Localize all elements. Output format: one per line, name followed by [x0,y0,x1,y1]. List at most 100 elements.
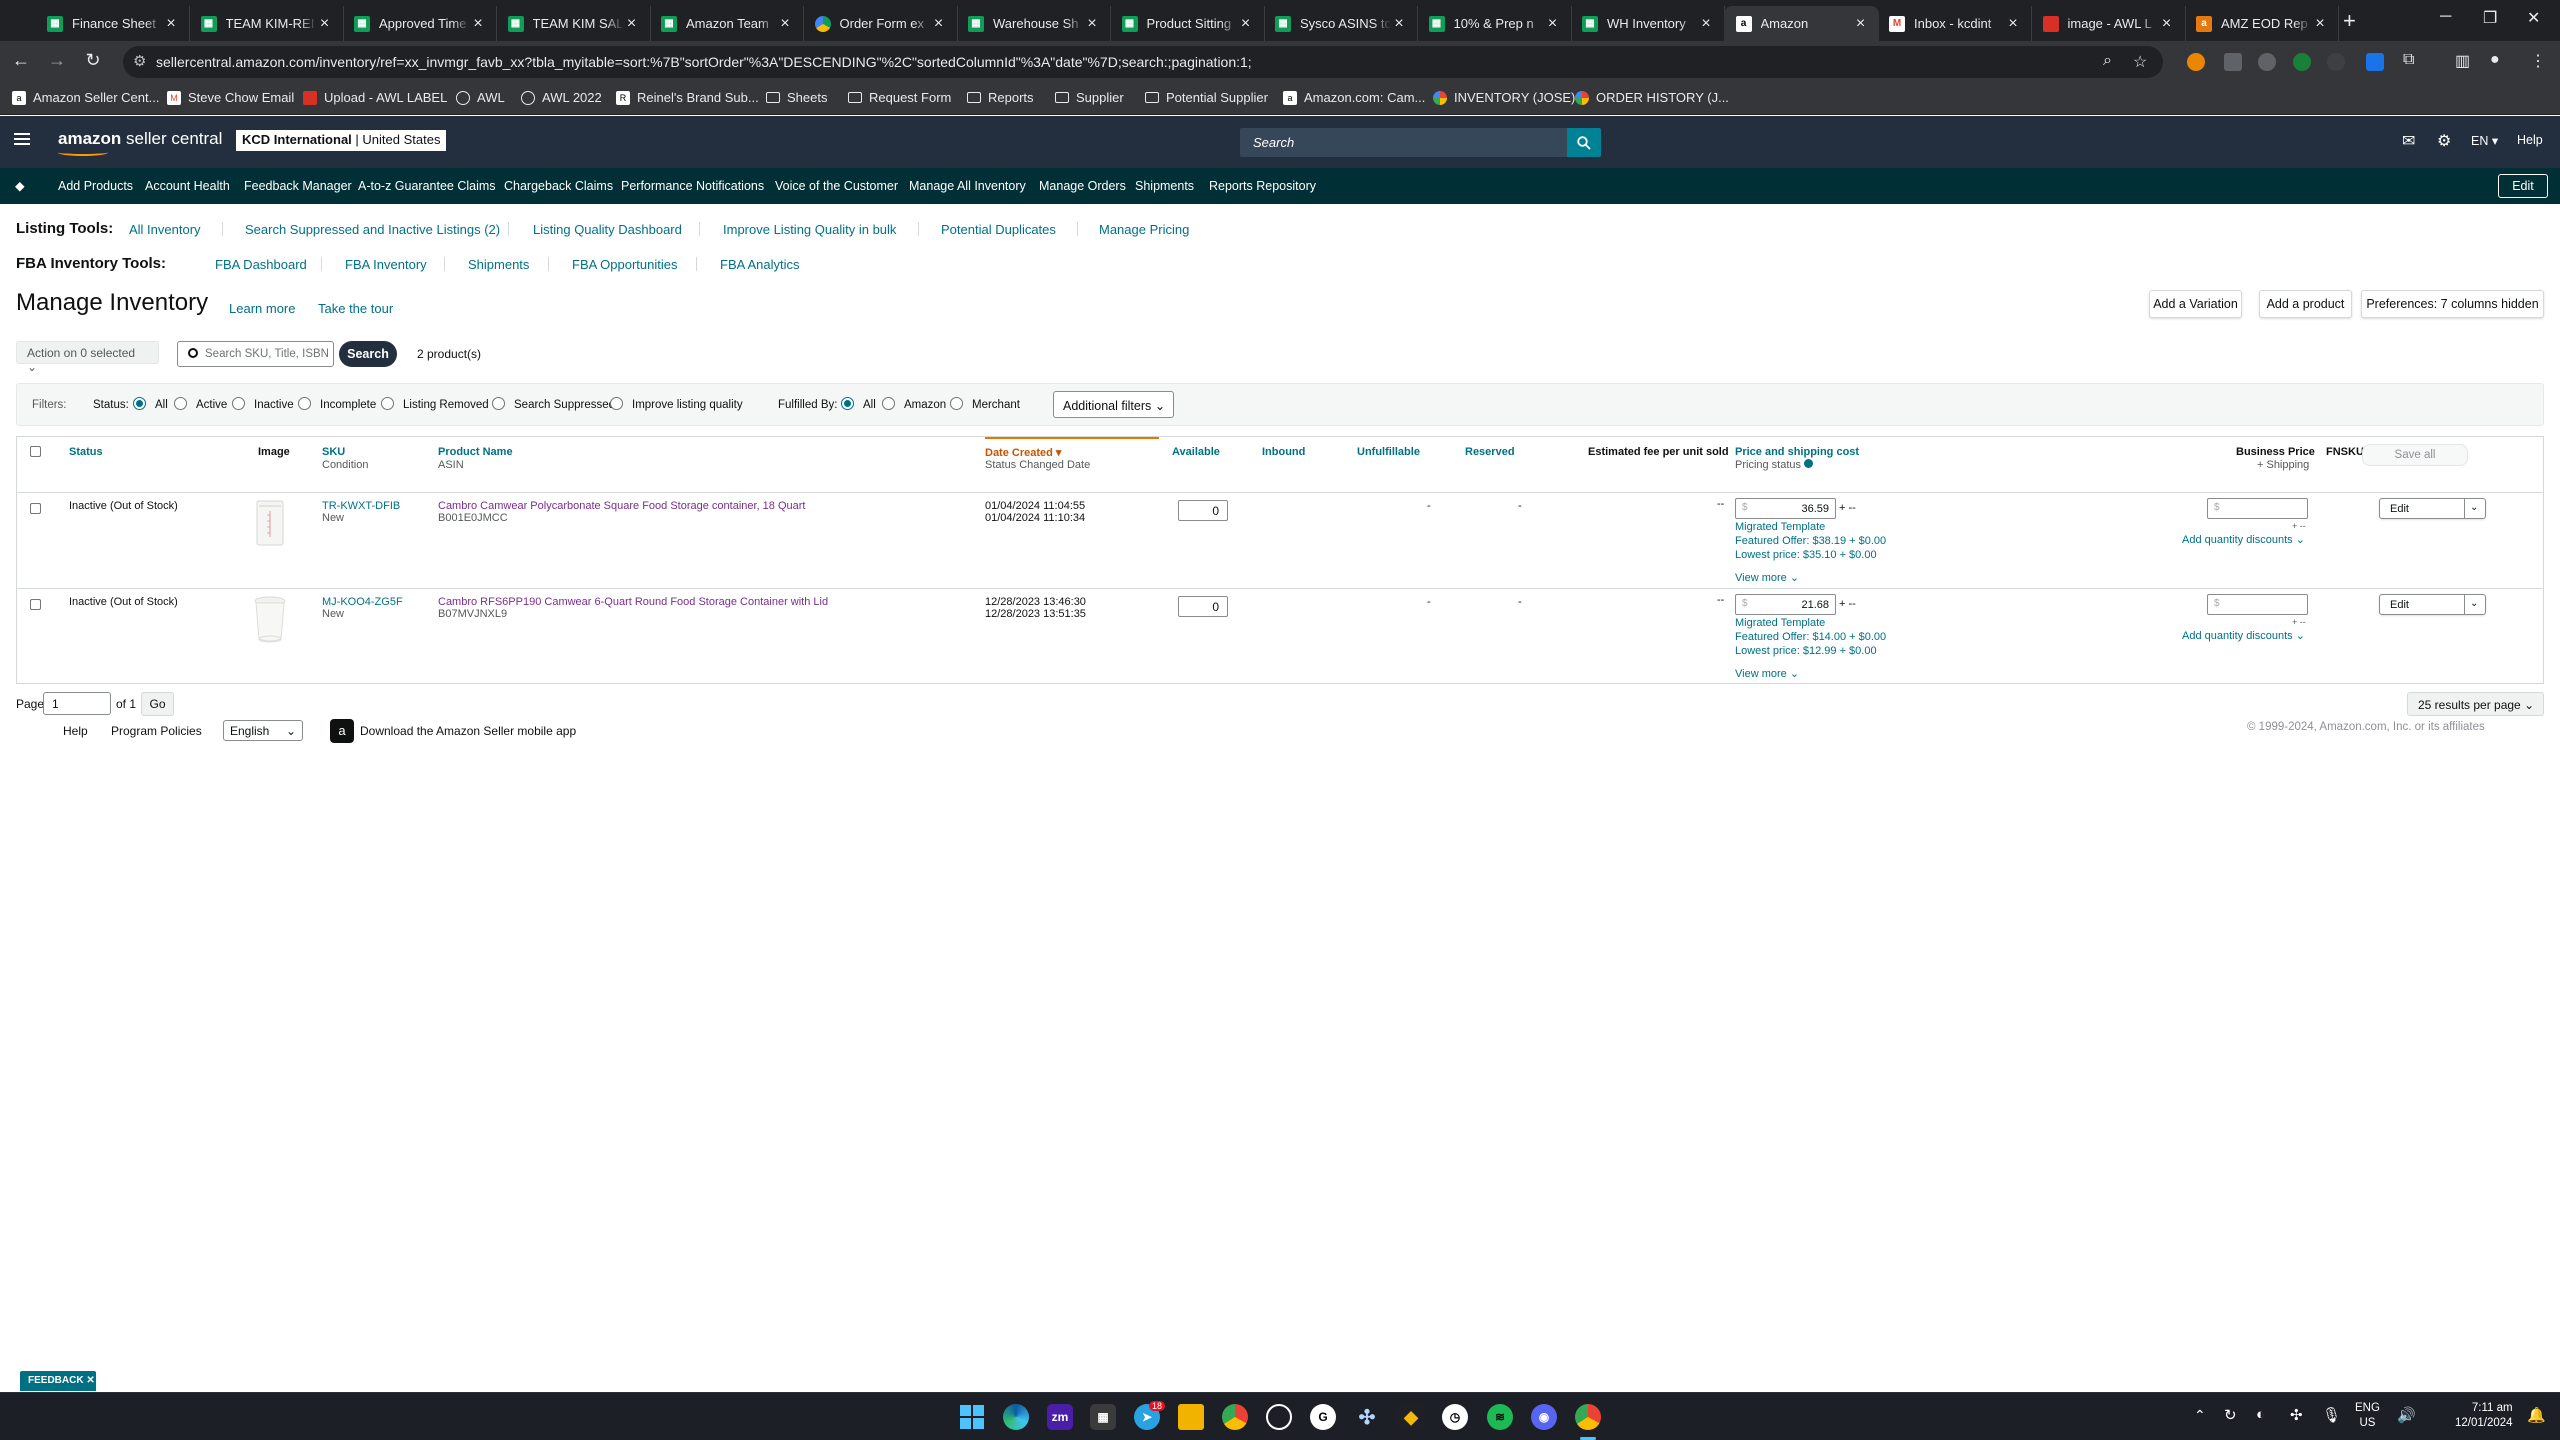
bookmark-star-icon[interactable]: ☆ [2133,52,2147,72]
tool-listing-quality-dashboard[interactable]: Listing Quality Dashboard [533,222,682,237]
account-switcher[interactable]: KCD International | United States [236,130,447,151]
windows-start-icon[interactable] [960,1405,984,1429]
browser-tab[interactable]: ▦ 10% & Prep n × [1417,6,1572,41]
product-image-round-container[interactable] [251,593,289,645]
status-radio-search-suppressed[interactable] [492,397,505,410]
help-link[interactable]: Help [2517,133,2543,147]
business-price-input[interactable]: $ [2207,594,2308,615]
global-search-input[interactable]: Search [1240,128,1568,157]
gear-icon[interactable]: ⚙ [2437,131,2451,151]
close-tab-icon[interactable]: × [1238,15,1254,33]
status-radio-active[interactable] [174,397,187,410]
add-product-button[interactable]: Add a product [2259,290,2352,318]
edit-dropdown-chevron-icon[interactable]: ⌄ [2470,598,2478,609]
global-search-button[interactable] [1567,128,1601,157]
bookmark-pin-icon[interactable]: ◆ [15,178,25,193]
chrome-active-icon[interactable] [1575,1404,1601,1430]
add-quantity-discounts-link[interactable]: Add quantity discounts ⌄ [2182,629,2305,642]
edit-dropdown-chevron-icon[interactable]: ⌄ [2470,502,2478,513]
price-input[interactable]: $21.68 [1735,594,1836,615]
browser-tab[interactable]: ▦ Product Sitting × [1110,6,1265,41]
extension-icon[interactable] [2327,53,2345,71]
menu-kebab-icon[interactable]: ⋮ [2530,51,2546,71]
save-all-button[interactable]: Save all [2362,444,2468,466]
view-more-link[interactable]: View more ⌄ [1735,667,1799,680]
lowest-price[interactable]: Lowest price: $35.10 + $0.00 [1735,549,1877,561]
minimize-icon[interactable]: ─ [2440,8,2451,26]
inventory-search-input[interactable]: Search SKU, Title, ISBN [177,341,334,367]
add-variation-button[interactable]: Add a Variation [2149,290,2242,318]
hamburger-menu-icon[interactable] [14,133,30,145]
fulfilled-radio-amazon[interactable] [882,397,895,410]
view-more-link[interactable]: View more ⌄ [1735,571,1799,584]
profile-icon[interactable]: ● [2490,51,2500,69]
close-tab-icon[interactable]: × [1698,15,1714,33]
featured-offer[interactable]: Featured Offer: $14.00 + $0.00 [1735,631,1886,643]
site-info-icon[interactable]: ⚙ [133,52,146,70]
status-radio-all[interactable] [133,397,146,410]
browser-tab[interactable]: ▦ TEAM KIM SAL × [496,6,651,41]
download-app-link[interactable]: Download the Amazon Seller mobile app [360,724,576,738]
browser-tab[interactable]: ▦ Finance Sheet × [35,6,190,41]
add-quantity-discounts-link[interactable]: Add quantity discounts ⌄ [2182,533,2305,546]
available-qty-input[interactable]: 0 [1178,596,1228,617]
row-checkbox[interactable] [30,599,41,610]
app-tray-icon[interactable]: ✣ [2290,1406,2303,1424]
close-tab-icon[interactable]: × [2005,15,2021,33]
fulfilled-radio-all[interactable] [841,397,854,410]
spotify-icon[interactable]: ≋ [1487,1404,1513,1430]
extension-icon[interactable] [2293,53,2311,71]
column-header-status[interactable]: Status [69,446,103,458]
input-language[interactable]: ENG US [2355,1401,2380,1431]
bookmark-item[interactable]: M Steve Chow Email [167,90,294,105]
edge-icon[interactable] [1003,1404,1029,1430]
nav-reports-repository[interactable]: Reports Repository [1209,179,1316,193]
nav-performance-notifications[interactable]: Performance Notifications [621,179,764,193]
nav-feedback-manager[interactable]: Feedback Manager [244,179,352,193]
footer-language-select[interactable]: English ⌄ [223,720,303,741]
close-tab-icon[interactable]: × [931,15,947,33]
bookmark-folder[interactable]: Reports [967,90,1034,105]
close-tab-icon[interactable]: × [1084,15,1100,33]
browser-tab[interactable]: ▦ Sysco ASINS to × [1263,6,1418,41]
tool-fba-analytics[interactable]: FBA Analytics [720,257,799,272]
status-radio-inactive[interactable] [232,397,245,410]
restore-icon[interactable]: ❐ [2483,8,2497,28]
forward-icon[interactable]: → [45,50,69,71]
browser-tab[interactable]: M Inbox - kcdint × [1877,6,2032,41]
close-tab-icon[interactable]: × [317,15,333,33]
preferences-button[interactable]: Preferences: 7 columns hidden [2361,290,2544,318]
discord-icon[interactable]: ◉ [1531,1404,1557,1430]
extension-icon[interactable] [2224,53,2242,71]
business-price-input[interactable]: $ [2207,498,2308,519]
tool-suppressed-listings[interactable]: Search Suppressed and Inactive Listings … [245,222,500,237]
row-sku-link[interactable]: TR-KWXT-DFIB [322,500,400,512]
price-input[interactable]: $36.59 [1735,498,1836,519]
lowest-price[interactable]: Lowest price: $12.99 + $0.00 [1735,645,1877,657]
tool-fba-dashboard[interactable]: FBA Dashboard [215,257,307,272]
bookmark-item[interactable]: AWL [456,90,505,105]
show-hidden-icons[interactable]: ⌃ [2194,1407,2206,1424]
notification-bell-icon[interactable]: 🔔 [2527,1406,2546,1424]
nav-account-health[interactable]: Account Health [145,179,230,193]
binance-icon[interactable]: ◆ [1398,1404,1424,1430]
row-sku-link[interactable]: MJ-KOO4-ZG5F [322,596,403,608]
nav-shipments[interactable]: Shipments [1135,179,1194,193]
address-bar[interactable]: ⚙ sellercentral.amazon.com/inventory/ref… [123,46,2163,78]
tool-potential-duplicates[interactable]: Potential Duplicates [941,222,1056,237]
footer-program-policies-link[interactable]: Program Policies [111,724,202,738]
close-icon[interactable]: ✕ [86,1375,94,1386]
column-header-reserved[interactable]: Reserved [1465,446,1515,458]
back-icon[interactable]: ← [9,50,33,71]
steam-tray-icon[interactable]: ◐ [2256,1406,2265,1423]
column-header-price[interactable]: Price and shipping cost [1735,446,1859,458]
status-radio-listing-removed[interactable] [381,397,394,410]
browser-tab[interactable]: ▦ TEAM KIM-REI × [189,6,344,41]
extension-icon[interactable] [2258,53,2276,71]
close-tab-icon[interactable]: × [2159,15,2175,33]
sync-icon[interactable]: ↻ [2224,1406,2237,1424]
featured-offer[interactable]: Featured Offer: $38.19 + $0.00 [1735,535,1886,547]
steam-icon[interactable] [1266,1404,1292,1430]
row-checkbox[interactable] [30,503,41,514]
footer-help-link[interactable]: Help [63,724,88,738]
